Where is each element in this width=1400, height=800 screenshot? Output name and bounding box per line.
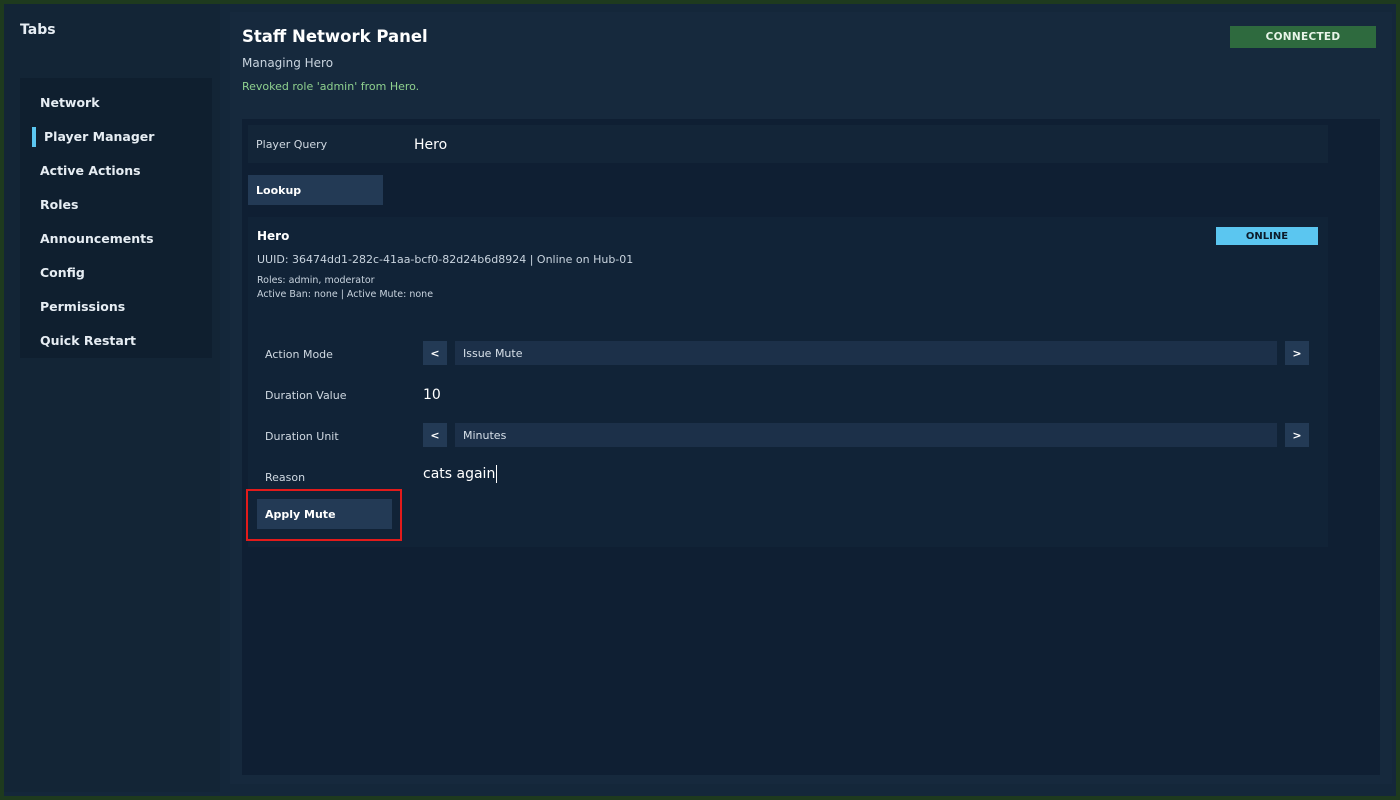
sidebar-item-announcements[interactable]: Announcements bbox=[20, 224, 212, 252]
sidebar-item-roles[interactable]: Roles bbox=[20, 190, 212, 218]
action-mode-next-button[interactable]: > bbox=[1285, 341, 1309, 365]
player-query-label: Player Query bbox=[256, 138, 328, 151]
sidebar-item-network[interactable]: Network bbox=[20, 88, 212, 116]
duration-unit-prev-button[interactable]: < bbox=[423, 423, 447, 447]
action-mode-value: Issue Mute bbox=[455, 341, 1277, 365]
duration-unit-value: Minutes bbox=[455, 423, 1277, 447]
apply-mute-button[interactable]: Apply Mute bbox=[257, 499, 392, 529]
sidebar-item-permissions[interactable]: Permissions bbox=[20, 292, 212, 320]
duration-unit-label: Duration Unit bbox=[265, 430, 339, 443]
duration-unit-next-button[interactable]: > bbox=[1285, 423, 1309, 447]
player-name: Hero bbox=[257, 229, 290, 243]
active-tab-indicator bbox=[32, 127, 36, 147]
sidebar-title: Tabs bbox=[20, 22, 56, 38]
page-title: Staff Network Panel bbox=[242, 27, 428, 46]
main-panel: Staff Network Panel Managing Hero Revoke… bbox=[230, 12, 1392, 784]
content-area: Player Query Lookup Hero ONLINE UUID: 36… bbox=[242, 119, 1380, 775]
duration-value-label: Duration Value bbox=[265, 389, 347, 402]
sidebar-tab-list: Network Player Manager Active Actions Ro… bbox=[20, 78, 212, 358]
sidebar-item-player-manager[interactable]: Player Manager bbox=[20, 122, 212, 150]
duration-value-input[interactable] bbox=[423, 383, 1303, 407]
lookup-button[interactable]: Lookup bbox=[248, 175, 383, 205]
player-query-input[interactable] bbox=[414, 133, 1314, 157]
reason-input[interactable]: cats again bbox=[423, 465, 498, 483]
action-mode-prev-button[interactable]: < bbox=[423, 341, 447, 365]
player-punishments: Active Ban: none | Active Mute: none bbox=[257, 289, 434, 300]
reason-input-value: cats again bbox=[423, 466, 496, 482]
sidebar-item-active-actions[interactable]: Active Actions bbox=[20, 156, 212, 184]
connection-status-badge: CONNECTED bbox=[1230, 26, 1376, 48]
player-card: Hero ONLINE UUID: 36474dd1-282c-41aa-bcf… bbox=[246, 217, 1328, 547]
player-uuid: UUID: 36474dd1-282c-41aa-bcf0-82d24b6d89… bbox=[257, 253, 634, 266]
text-caret bbox=[496, 465, 498, 483]
reason-label: Reason bbox=[265, 471, 306, 484]
player-query-row: Player Query bbox=[248, 125, 1328, 163]
sidebar-item-label: Player Manager bbox=[44, 128, 155, 144]
sidebar: Tabs Network Player Manager Active Actio… bbox=[4, 4, 220, 792]
player-roles: Roles: admin, moderator bbox=[257, 275, 375, 286]
online-status-badge: ONLINE bbox=[1216, 227, 1318, 245]
status-message: Revoked role 'admin' from Hero. bbox=[242, 80, 420, 93]
action-mode-label: Action Mode bbox=[265, 348, 333, 361]
sidebar-item-config[interactable]: Config bbox=[20, 258, 212, 286]
sidebar-item-quick-restart[interactable]: Quick Restart bbox=[20, 326, 212, 354]
page-subtitle: Managing Hero bbox=[242, 56, 334, 70]
